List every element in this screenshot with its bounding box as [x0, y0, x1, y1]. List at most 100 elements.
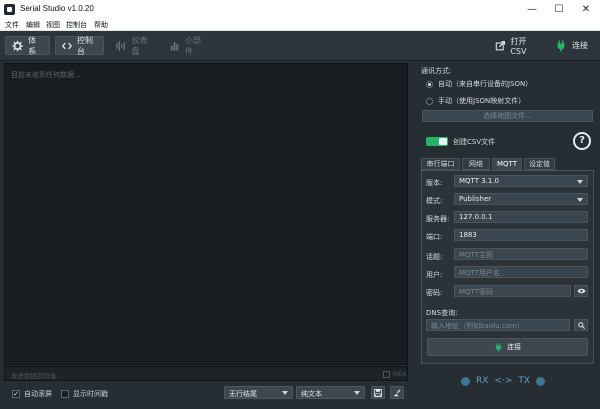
manual-mode-label: 手动（使用JSON映射文件）: [438, 97, 526, 105]
tab-mqtt[interactable]: MQTT: [492, 158, 522, 170]
user-label: 用户:: [426, 271, 443, 279]
eye-icon: [576, 288, 586, 294]
version-label: 版本:: [426, 179, 443, 187]
timestamp-label: 显示时间戳: [73, 390, 108, 398]
display-mode-select[interactable]: 纯文本: [296, 386, 365, 399]
manual-mode-option[interactable]: 手动（使用JSON映射文件）: [426, 96, 525, 106]
dashboard-button[interactable]: 仪表盘: [109, 35, 161, 56]
topic-input[interactable]: MQTT主题: [454, 248, 588, 260]
port-input[interactable]: 1883: [454, 229, 588, 241]
equalizer-icon: [116, 40, 125, 51]
search-icon: [577, 321, 585, 329]
timestamp-checkbox[interactable]: [61, 390, 69, 398]
mode-label: 模式:: [426, 197, 443, 205]
maximize-button[interactable]: ☐: [546, 0, 572, 19]
show-password-button[interactable]: [574, 285, 588, 297]
save-icon: [374, 388, 382, 397]
chevron-down-icon: [577, 198, 583, 202]
send-data-input[interactable]: 发送数据到设备... HEX: [4, 366, 408, 381]
minimize-button[interactable]: —: [519, 0, 545, 19]
password-input[interactable]: MQTT密码: [454, 285, 571, 297]
hex-toggle[interactable]: HEX: [383, 370, 406, 378]
autoscroll-toggle[interactable]: ✓ 自动滚屏: [12, 389, 52, 399]
select-map-file-button[interactable]: 选择地图文件...: [422, 110, 593, 122]
display-mode-value: 纯文本: [301, 390, 322, 398]
port-label: 端口:: [426, 233, 443, 241]
chevron-down-icon: [354, 391, 360, 395]
topic-label: 话题:: [426, 253, 443, 261]
setup-button[interactable]: 体系: [5, 35, 50, 56]
host-label: 服务器:: [426, 215, 450, 223]
mode-value: Publisher: [459, 195, 492, 203]
host-input[interactable]: 127.0.0.1: [454, 211, 588, 223]
tab-network[interactable]: 网络: [462, 158, 490, 170]
code-icon: [62, 42, 72, 49]
version-value: MQTT 3.1.0: [459, 177, 500, 185]
autoscroll-label: 自动滚屏: [24, 390, 52, 398]
hex-label: HEX: [393, 370, 407, 378]
menu-file[interactable]: 文件: [5, 20, 19, 30]
widgets-button[interactable]: 小部件: [163, 35, 213, 56]
toolbar: 体系 控制台 仪表盘 小部件 打开CSV 连接: [0, 31, 600, 61]
dns-lookup-button[interactable]: [574, 319, 588, 331]
rx-label: RX: [476, 376, 489, 386]
menu-help[interactable]: 帮助: [94, 20, 108, 30]
dns-input[interactable]: 输入地址（例如baidu.com）: [426, 319, 570, 331]
setup-label: 体系: [28, 35, 37, 56]
mqtt-connect-button[interactable]: 连接: [427, 338, 588, 356]
tab-settings[interactable]: 设定值: [524, 158, 555, 170]
password-label: 密码:: [426, 289, 443, 297]
window-title: Serial Studio v1.0.20: [20, 4, 94, 13]
tx-label: TX: [518, 376, 531, 386]
clear-icon: [393, 388, 401, 396]
mode-select[interactable]: Publisher: [454, 193, 588, 205]
tab-serial-port[interactable]: 串行端口: [421, 158, 460, 170]
title-bar: Serial Studio v1.0.20 — ☐ ✕: [0, 0, 600, 19]
plug-icon: [557, 40, 565, 51]
chevron-down-icon: [577, 180, 583, 184]
manual-mode-radio[interactable]: [426, 97, 433, 105]
console-label: 控制台: [77, 35, 93, 56]
plug-icon: [495, 342, 502, 352]
app-icon: [4, 4, 15, 15]
open-csv-label: 打开CSV: [510, 36, 527, 56]
gear-icon: [12, 40, 23, 51]
external-link-icon: [495, 40, 506, 50]
menu-bar: 文件 编辑 视图 控制台 帮助: [0, 19, 600, 31]
tx-led: [536, 376, 546, 386]
console-placeholder: 目前未收到任何数据...: [11, 71, 81, 79]
dns-label: DNS查询:: [426, 309, 458, 317]
hex-checkbox[interactable]: [383, 370, 390, 378]
send-placeholder: 发送数据到设备...: [11, 372, 63, 380]
timestamp-toggle[interactable]: 显示时间戳: [61, 389, 108, 399]
chevron-down-icon: [282, 391, 288, 395]
menu-edit[interactable]: 编辑: [26, 20, 40, 30]
menu-view[interactable]: 视图: [46, 20, 60, 30]
rx-led: [461, 376, 470, 386]
auto-mode-radio[interactable]: [426, 80, 433, 88]
close-button[interactable]: ✕: [573, 0, 599, 19]
user-input[interactable]: MQTT用户名: [454, 266, 588, 278]
dashboard-label: 仪表盘: [131, 35, 148, 56]
save-log-button[interactable]: [371, 386, 385, 399]
help-icon[interactable]: ?: [573, 132, 591, 150]
version-select[interactable]: MQTT 3.1.0: [454, 175, 588, 187]
line-ending-select[interactable]: 无行结尾: [224, 386, 293, 399]
autoscroll-checkbox[interactable]: ✓: [12, 390, 20, 398]
auto-mode-option[interactable]: 自动（来自串行设备的JSON）: [426, 79, 532, 89]
console-button[interactable]: 控制台: [55, 35, 104, 56]
transfer-arrows-icon: <·>: [494, 376, 513, 386]
create-csv-label: 创建CSV文件: [453, 138, 496, 146]
mqtt-connect-label: 连接: [507, 343, 521, 351]
toolbar-connect-button[interactable]: 连接: [549, 36, 594, 55]
menu-console[interactable]: 控制台: [66, 20, 87, 30]
open-csv-button[interactable]: 打开CSV: [489, 36, 544, 56]
create-csv-switch[interactable]: [426, 137, 448, 146]
console-output[interactable]: 目前未收到任何数据...: [4, 63, 408, 365]
rx-tx-indicator: RX <·> TX: [461, 376, 546, 386]
widgets-label: 小部件: [185, 35, 201, 56]
line-ending-value: 无行结尾: [229, 390, 257, 398]
toolbar-connect-label: 连接: [572, 41, 588, 50]
bar-chart-icon: [170, 41, 179, 51]
clear-console-button[interactable]: [390, 386, 404, 399]
